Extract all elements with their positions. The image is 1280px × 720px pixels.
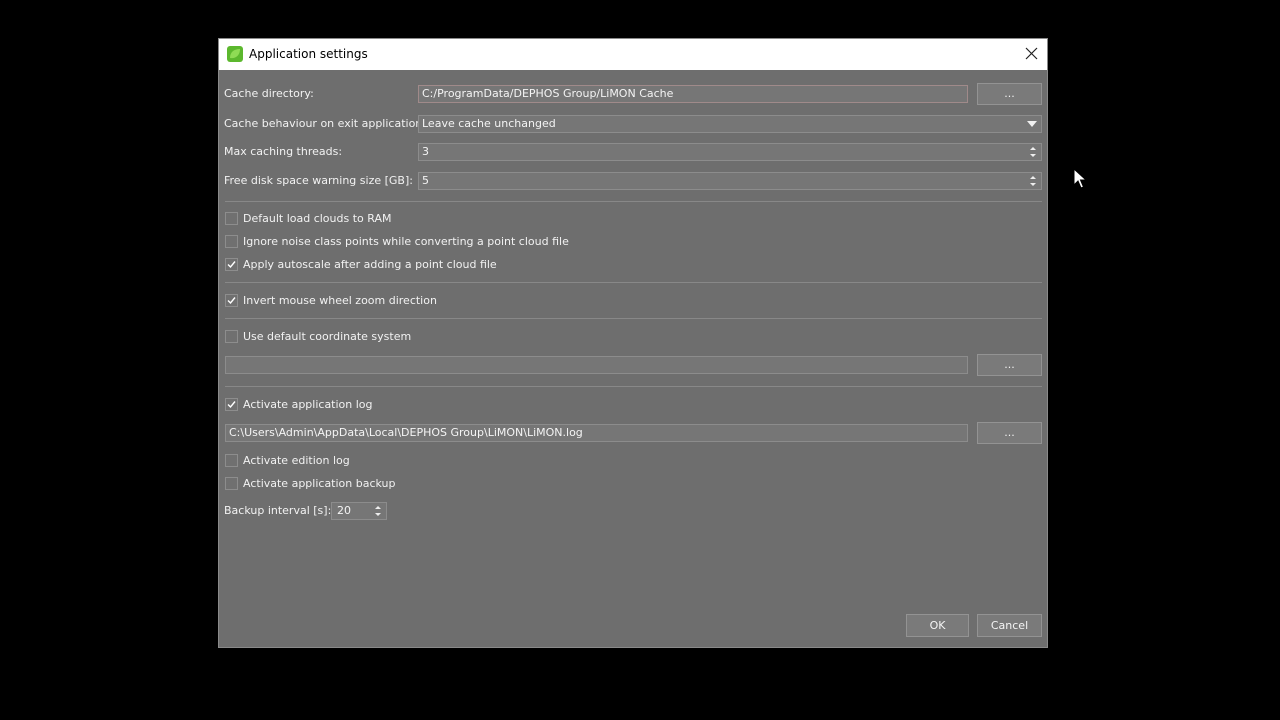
app-backup-checkbox[interactable] xyxy=(225,477,238,490)
max-threads-spinbox[interactable]: 3 xyxy=(418,143,1042,161)
cache-directory-browse-button[interactable]: ... xyxy=(977,83,1042,105)
ignore-noise-label: Ignore noise class points while converti… xyxy=(243,235,569,248)
log-path-field[interactable]: C:\Users\Admin\AppData\Local\DEPHOS Grou… xyxy=(225,424,968,442)
spin-arrows-icon[interactable] xyxy=(1029,174,1037,188)
disk-warning-spinbox[interactable]: 5 xyxy=(418,172,1042,190)
check-icon xyxy=(227,297,236,305)
check-icon xyxy=(227,401,236,409)
coordinate-system-field[interactable] xyxy=(225,356,968,374)
separator xyxy=(225,318,1042,319)
check-icon xyxy=(227,261,236,269)
autoscale-label: Apply autoscale after adding a point clo… xyxy=(243,258,497,271)
max-threads-label: Max caching threads: xyxy=(224,145,343,158)
separator xyxy=(225,386,1042,387)
cancel-button[interactable]: Cancel xyxy=(977,614,1042,637)
titlebar: Application settings xyxy=(219,39,1047,70)
invert-wheel-label: Invert mouse wheel zoom direction xyxy=(243,294,437,307)
application-settings-dialog: Application settings Cache directory: C:… xyxy=(218,38,1048,648)
close-icon xyxy=(1025,47,1038,60)
mouse-cursor-icon xyxy=(1073,168,1087,189)
max-threads-value: 3 xyxy=(422,145,429,158)
cache-behaviour-value: Leave cache unchanged xyxy=(422,117,556,130)
cache-directory-label: Cache directory: xyxy=(224,87,314,100)
default-coord-checkbox[interactable] xyxy=(225,330,238,343)
log-path-browse-button[interactable]: ... xyxy=(977,422,1042,444)
cache-behaviour-select[interactable]: Leave cache unchanged xyxy=(418,115,1042,133)
spin-arrows-icon[interactable] xyxy=(374,504,382,518)
spin-arrows-icon[interactable] xyxy=(1029,145,1037,159)
backup-interval-spinbox[interactable]: 20 xyxy=(331,502,387,520)
disk-warning-value: 5 xyxy=(422,174,429,187)
default-coord-label: Use default coordinate system xyxy=(243,330,412,343)
autoscale-checkbox[interactable] xyxy=(225,258,238,271)
ignore-noise-checkbox[interactable] xyxy=(225,235,238,248)
cache-directory-field[interactable]: C:/ProgramData/DEPHOS Group/LiMON Cache xyxy=(418,85,968,103)
default-load-ram-checkbox[interactable] xyxy=(225,212,238,225)
edition-log-checkbox[interactable] xyxy=(225,454,238,467)
backup-interval-label: Backup interval [s]: xyxy=(224,504,332,517)
backup-interval-value: 20 xyxy=(337,504,351,517)
separator xyxy=(225,282,1042,283)
limon-app-icon xyxy=(227,46,243,62)
close-button[interactable] xyxy=(1017,39,1047,70)
dialog-title: Application settings xyxy=(249,47,368,61)
disk-warning-label: Free disk space warning size [GB]: xyxy=(224,174,413,187)
coordinate-browse-button[interactable]: ... xyxy=(977,354,1042,376)
default-load-ram-label: Default load clouds to RAM xyxy=(243,212,392,225)
cache-behaviour-label: Cache behaviour on exit application: xyxy=(224,117,426,130)
app-log-label: Activate application log xyxy=(243,398,373,411)
separator xyxy=(225,201,1042,202)
invert-wheel-checkbox[interactable] xyxy=(225,294,238,307)
ok-button[interactable]: OK xyxy=(906,614,969,637)
app-backup-label: Activate application backup xyxy=(243,477,396,490)
app-log-checkbox[interactable] xyxy=(225,398,238,411)
chevron-down-icon xyxy=(1027,121,1037,127)
edition-log-label: Activate edition log xyxy=(243,454,350,467)
